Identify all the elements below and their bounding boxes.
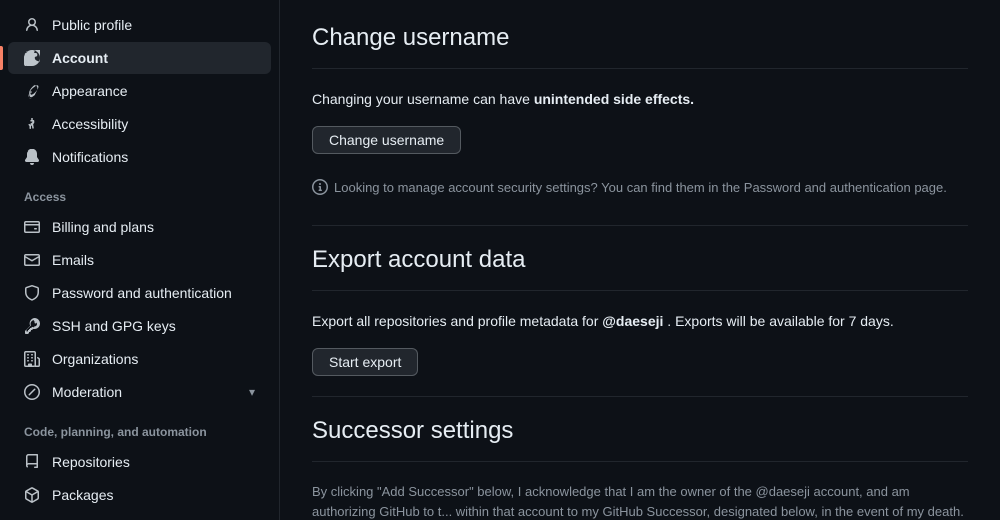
- sidebar-item-label: Notifications: [52, 149, 128, 165]
- description-before: Changing your username can have: [312, 91, 530, 107]
- billing-icon: [24, 219, 42, 235]
- info-line: Looking to manage account security setti…: [312, 178, 968, 201]
- key-icon: [24, 318, 42, 334]
- sidebar-item-label: Organizations: [52, 351, 138, 367]
- info-icon: [312, 179, 328, 201]
- gear-icon: [24, 50, 42, 66]
- sidebar-item-password[interactable]: Password and authentication: [8, 277, 271, 309]
- bell-icon: [24, 149, 42, 165]
- sidebar-item-label: Billing and plans: [52, 219, 154, 235]
- sidebar-item-label: Moderation: [52, 384, 122, 400]
- export-desc-before: Export all repositories and profile meta…: [312, 313, 598, 329]
- shield-icon: [24, 285, 42, 301]
- sidebar-item-label: Packages: [52, 487, 113, 503]
- paintbrush-icon: [24, 83, 42, 99]
- export-desc-after: . Exports will be available for 7 days.: [667, 313, 893, 329]
- sidebar-item-notifications[interactable]: Notifications: [8, 141, 271, 173]
- sidebar-item-packages[interactable]: Packages: [8, 479, 271, 511]
- sidebar-item-public-profile[interactable]: Public profile: [8, 9, 271, 41]
- export-title: Export account data: [312, 246, 968, 291]
- sidebar-item-accessibility[interactable]: Accessibility: [8, 108, 271, 140]
- sidebar-item-label: Repositories: [52, 454, 130, 470]
- sidebar-item-appearance[interactable]: Appearance: [8, 75, 271, 107]
- divider-1: [312, 225, 968, 226]
- successor-description: By clicking "Add Successor" below, I ack…: [312, 482, 968, 520]
- sidebar-item-label: Public profile: [52, 17, 132, 33]
- sidebar-item-label: Account: [52, 50, 108, 66]
- info-text: Looking to manage account security setti…: [334, 178, 947, 198]
- section-access-label: Access: [0, 174, 279, 210]
- start-export-button[interactable]: Start export: [312, 348, 418, 376]
- package-icon: [24, 487, 42, 503]
- change-username-title: Change username: [312, 24, 968, 69]
- org-icon: [24, 351, 42, 367]
- repo-icon: [24, 454, 42, 470]
- sidebar-item-label: Emails: [52, 252, 94, 268]
- sidebar-item-ssh[interactable]: SSH and GPG keys: [8, 310, 271, 342]
- sidebar-item-emails[interactable]: Emails: [8, 244, 271, 276]
- section-code-label: Code, planning, and automation: [0, 409, 279, 445]
- mail-icon: [24, 252, 42, 268]
- divider-2: [312, 396, 968, 397]
- sidebar-item-repositories[interactable]: Repositories: [8, 446, 271, 478]
- accessibility-icon: [24, 116, 42, 132]
- main-content: Change username Changing your username c…: [280, 0, 1000, 520]
- change-username-description: Changing your username can have unintend…: [312, 89, 968, 110]
- sidebar-item-billing[interactable]: Billing and plans: [8, 211, 271, 243]
- sidebar-item-label: Accessibility: [52, 116, 128, 132]
- sidebar-item-account[interactable]: Account: [8, 42, 271, 74]
- successor-title: Successor settings: [312, 417, 968, 462]
- sidebar-item-label: Appearance: [52, 83, 128, 99]
- sidebar-item-label: SSH and GPG keys: [52, 318, 176, 334]
- moderation-icon: [24, 384, 42, 400]
- person-icon: [24, 17, 42, 33]
- description-bold: unintended side effects.: [534, 91, 694, 107]
- sidebar-item-label: Password and authentication: [52, 285, 232, 301]
- sidebar: Public profile Account Appearance Access…: [0, 0, 280, 520]
- sidebar-item-organizations[interactable]: Organizations: [8, 343, 271, 375]
- chevron-down-icon: ▾: [249, 385, 255, 399]
- export-description: Export all repositories and profile meta…: [312, 311, 968, 332]
- sidebar-item-moderation[interactable]: Moderation ▾: [8, 376, 271, 408]
- export-username: @daeseji: [602, 313, 663, 329]
- change-username-button[interactable]: Change username: [312, 126, 461, 154]
